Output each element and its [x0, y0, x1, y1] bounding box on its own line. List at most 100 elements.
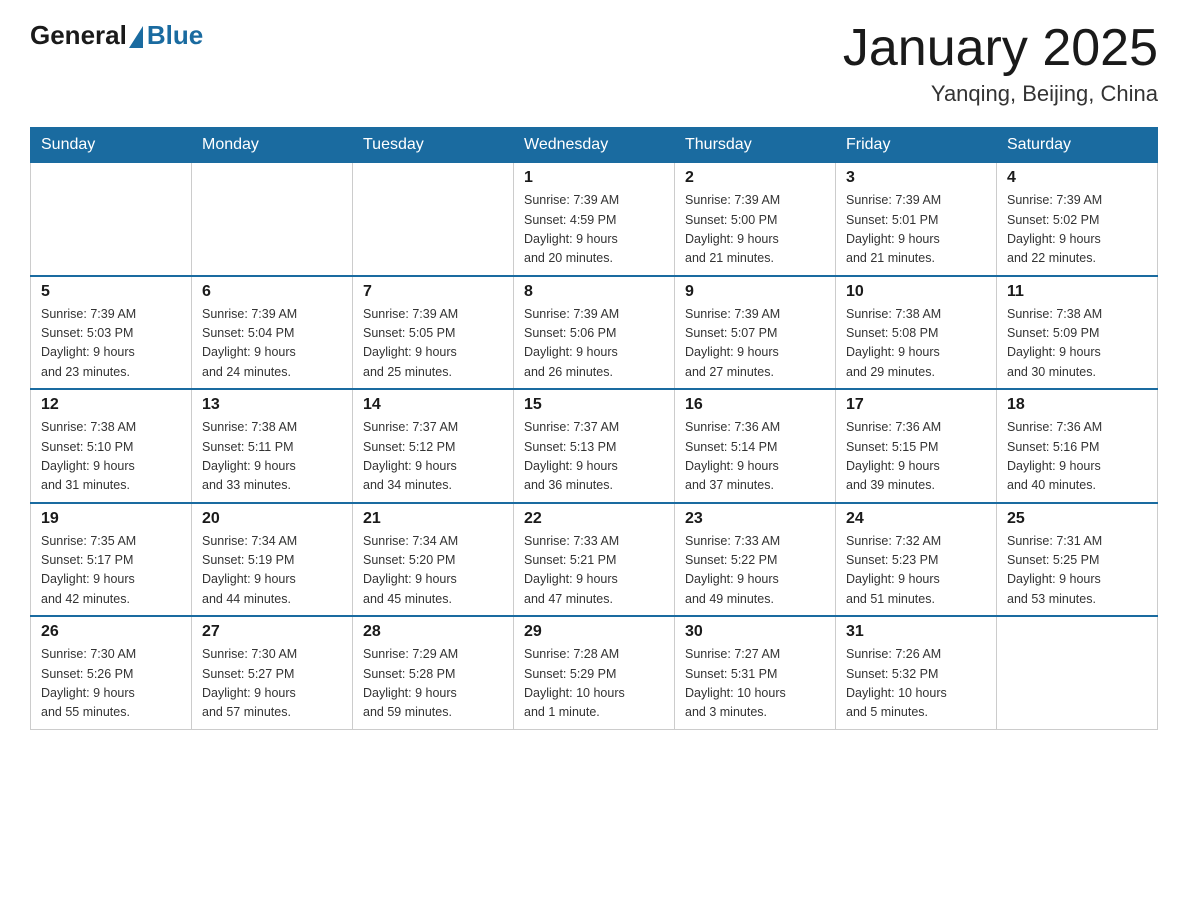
calendar-header-row: SundayMondayTuesdayWednesdayThursdayFrid…	[31, 128, 1158, 163]
day-info: Sunrise: 7:34 AM Sunset: 5:19 PM Dayligh…	[202, 532, 342, 610]
calendar-cell	[31, 163, 192, 276]
day-number: 14	[363, 396, 503, 414]
day-info: Sunrise: 7:36 AM Sunset: 5:15 PM Dayligh…	[846, 418, 986, 496]
calendar-cell	[353, 163, 514, 276]
day-number: 7	[363, 283, 503, 301]
day-info: Sunrise: 7:30 AM Sunset: 5:27 PM Dayligh…	[202, 645, 342, 723]
day-info: Sunrise: 7:35 AM Sunset: 5:17 PM Dayligh…	[41, 532, 181, 610]
day-number: 24	[846, 510, 986, 528]
calendar-cell: 19 Sunrise: 7:35 AM Sunset: 5:17 PM Dayli…	[31, 503, 192, 617]
day-number: 4	[1007, 169, 1147, 187]
day-info: Sunrise: 7:26 AM Sunset: 5:32 PM Dayligh…	[846, 645, 986, 723]
day-info: Sunrise: 7:30 AM Sunset: 5:26 PM Dayligh…	[41, 645, 181, 723]
day-number: 13	[202, 396, 342, 414]
day-number: 21	[363, 510, 503, 528]
day-number: 10	[846, 283, 986, 301]
logo-blue-text: Blue	[147, 20, 203, 51]
calendar-cell: 24Sunrise: 7:32 AM Sunset: 5:23 PM Dayli…	[836, 503, 997, 617]
calendar-cell: 23 Sunrise: 7:33 AM Sunset: 5:22 PM Dayli…	[675, 503, 836, 617]
day-number: 17	[846, 396, 986, 414]
calendar-cell: 9 Sunrise: 7:39 AM Sunset: 5:07 PM Daylig…	[675, 276, 836, 390]
day-number: 18	[1007, 396, 1147, 414]
calendar-cell: 21 Sunrise: 7:34 AM Sunset: 5:20 PM Dayli…	[353, 503, 514, 617]
day-info: Sunrise: 7:39 AM Sunset: 5:02 PM Dayligh…	[1007, 191, 1147, 269]
day-info: Sunrise: 7:39 AM Sunset: 5:07 PM Dayligh…	[685, 305, 825, 383]
calendar-cell: 26 Sunrise: 7:30 AM Sunset: 5:26 PM Dayli…	[31, 616, 192, 729]
day-number: 30	[685, 623, 825, 641]
day-info: Sunrise: 7:39 AM Sunset: 5:00 PM Dayligh…	[685, 191, 825, 269]
location: Yanqing, Beijing, China	[843, 81, 1158, 107]
day-info: Sunrise: 7:27 AM Sunset: 5:31 PM Dayligh…	[685, 645, 825, 723]
calendar-header-wednesday: Wednesday	[514, 128, 675, 163]
month-title: January 2025	[843, 20, 1158, 77]
calendar-table: SundayMondayTuesdayWednesdayThursdayFrid…	[30, 127, 1158, 730]
calendar-cell: 11Sunrise: 7:38 AM Sunset: 5:09 PM Dayli…	[997, 276, 1158, 390]
day-info: Sunrise: 7:33 AM Sunset: 5:22 PM Dayligh…	[685, 532, 825, 610]
calendar-header-thursday: Thursday	[675, 128, 836, 163]
calendar-cell: 28 Sunrise: 7:29 AM Sunset: 5:28 PM Dayli…	[353, 616, 514, 729]
calendar-cell	[997, 616, 1158, 729]
calendar-header-friday: Friday	[836, 128, 997, 163]
day-info: Sunrise: 7:31 AM Sunset: 5:25 PM Dayligh…	[1007, 532, 1147, 610]
day-info: Sunrise: 7:36 AM Sunset: 5:16 PM Dayligh…	[1007, 418, 1147, 496]
day-number: 28	[363, 623, 503, 641]
day-number: 19	[41, 510, 181, 528]
calendar-cell: 4 Sunrise: 7:39 AM Sunset: 5:02 PM Daylig…	[997, 163, 1158, 276]
day-number: 25	[1007, 510, 1147, 528]
calendar-cell: 7Sunrise: 7:39 AM Sunset: 5:05 PM Daylig…	[353, 276, 514, 390]
calendar-cell: 10 Sunrise: 7:38 AM Sunset: 5:08 PM Dayli…	[836, 276, 997, 390]
calendar-cell: 22 Sunrise: 7:33 AM Sunset: 5:21 PM Dayli…	[514, 503, 675, 617]
day-number: 8	[524, 283, 664, 301]
day-info: Sunrise: 7:39 AM Sunset: 5:03 PM Dayligh…	[41, 305, 181, 383]
calendar-cell: 18 Sunrise: 7:36 AM Sunset: 5:16 PM Dayli…	[997, 389, 1158, 503]
day-number: 11	[1007, 283, 1147, 301]
day-number: 9	[685, 283, 825, 301]
calendar-header-tuesday: Tuesday	[353, 128, 514, 163]
day-number: 27	[202, 623, 342, 641]
day-number: 2	[685, 169, 825, 187]
day-number: 15	[524, 396, 664, 414]
calendar-week-row: 1 Sunrise: 7:39 AM Sunset: 4:59 PM Daylig…	[31, 163, 1158, 276]
calendar-cell: 3Sunrise: 7:39 AM Sunset: 5:01 PM Daylig…	[836, 163, 997, 276]
day-info: Sunrise: 7:39 AM Sunset: 5:01 PM Dayligh…	[846, 191, 986, 269]
day-number: 20	[202, 510, 342, 528]
calendar-header-monday: Monday	[192, 128, 353, 163]
day-number: 6	[202, 283, 342, 301]
calendar-week-row: 12Sunrise: 7:38 AM Sunset: 5:10 PM Dayli…	[31, 389, 1158, 503]
calendar-cell: 16 Sunrise: 7:36 AM Sunset: 5:14 PM Dayli…	[675, 389, 836, 503]
day-number: 26	[41, 623, 181, 641]
day-number: 5	[41, 283, 181, 301]
calendar-cell: 12Sunrise: 7:38 AM Sunset: 5:10 PM Dayli…	[31, 389, 192, 503]
calendar-cell: 1 Sunrise: 7:39 AM Sunset: 4:59 PM Daylig…	[514, 163, 675, 276]
day-number: 22	[524, 510, 664, 528]
calendar-cell: 13 Sunrise: 7:38 AM Sunset: 5:11 PM Dayli…	[192, 389, 353, 503]
day-info: Sunrise: 7:38 AM Sunset: 5:10 PM Dayligh…	[41, 418, 181, 496]
calendar-week-row: 5 Sunrise: 7:39 AM Sunset: 5:03 PM Daylig…	[31, 276, 1158, 390]
calendar-cell: 27 Sunrise: 7:30 AM Sunset: 5:27 PM Dayli…	[192, 616, 353, 729]
day-number: 31	[846, 623, 986, 641]
day-number: 29	[524, 623, 664, 641]
day-info: Sunrise: 7:38 AM Sunset: 5:11 PM Dayligh…	[202, 418, 342, 496]
day-info: Sunrise: 7:36 AM Sunset: 5:14 PM Dayligh…	[685, 418, 825, 496]
page-header: General Blue January 2025 Yanqing, Beiji…	[30, 20, 1158, 107]
calendar-week-row: 19 Sunrise: 7:35 AM Sunset: 5:17 PM Dayli…	[31, 503, 1158, 617]
day-info: Sunrise: 7:34 AM Sunset: 5:20 PM Dayligh…	[363, 532, 503, 610]
day-info: Sunrise: 7:29 AM Sunset: 5:28 PM Dayligh…	[363, 645, 503, 723]
calendar-cell: 20 Sunrise: 7:34 AM Sunset: 5:19 PM Dayli…	[192, 503, 353, 617]
calendar-cell	[192, 163, 353, 276]
calendar-cell: 14Sunrise: 7:37 AM Sunset: 5:12 PM Dayli…	[353, 389, 514, 503]
day-info: Sunrise: 7:38 AM Sunset: 5:08 PM Dayligh…	[846, 305, 986, 383]
day-number: 1	[524, 169, 664, 187]
calendar-header-saturday: Saturday	[997, 128, 1158, 163]
day-number: 23	[685, 510, 825, 528]
logo-general-text: General	[30, 20, 127, 51]
calendar-cell: 2 Sunrise: 7:39 AM Sunset: 5:00 PM Daylig…	[675, 163, 836, 276]
day-number: 16	[685, 396, 825, 414]
calendar-cell: 30 Sunrise: 7:27 AM Sunset: 5:31 PM Dayli…	[675, 616, 836, 729]
day-info: Sunrise: 7:39 AM Sunset: 4:59 PM Dayligh…	[524, 191, 664, 269]
calendar-week-row: 26 Sunrise: 7:30 AM Sunset: 5:26 PM Dayli…	[31, 616, 1158, 729]
day-info: Sunrise: 7:33 AM Sunset: 5:21 PM Dayligh…	[524, 532, 664, 610]
title-block: January 2025 Yanqing, Beijing, China	[843, 20, 1158, 107]
calendar-cell: 6Sunrise: 7:39 AM Sunset: 5:04 PM Daylig…	[192, 276, 353, 390]
day-info: Sunrise: 7:39 AM Sunset: 5:06 PM Dayligh…	[524, 305, 664, 383]
